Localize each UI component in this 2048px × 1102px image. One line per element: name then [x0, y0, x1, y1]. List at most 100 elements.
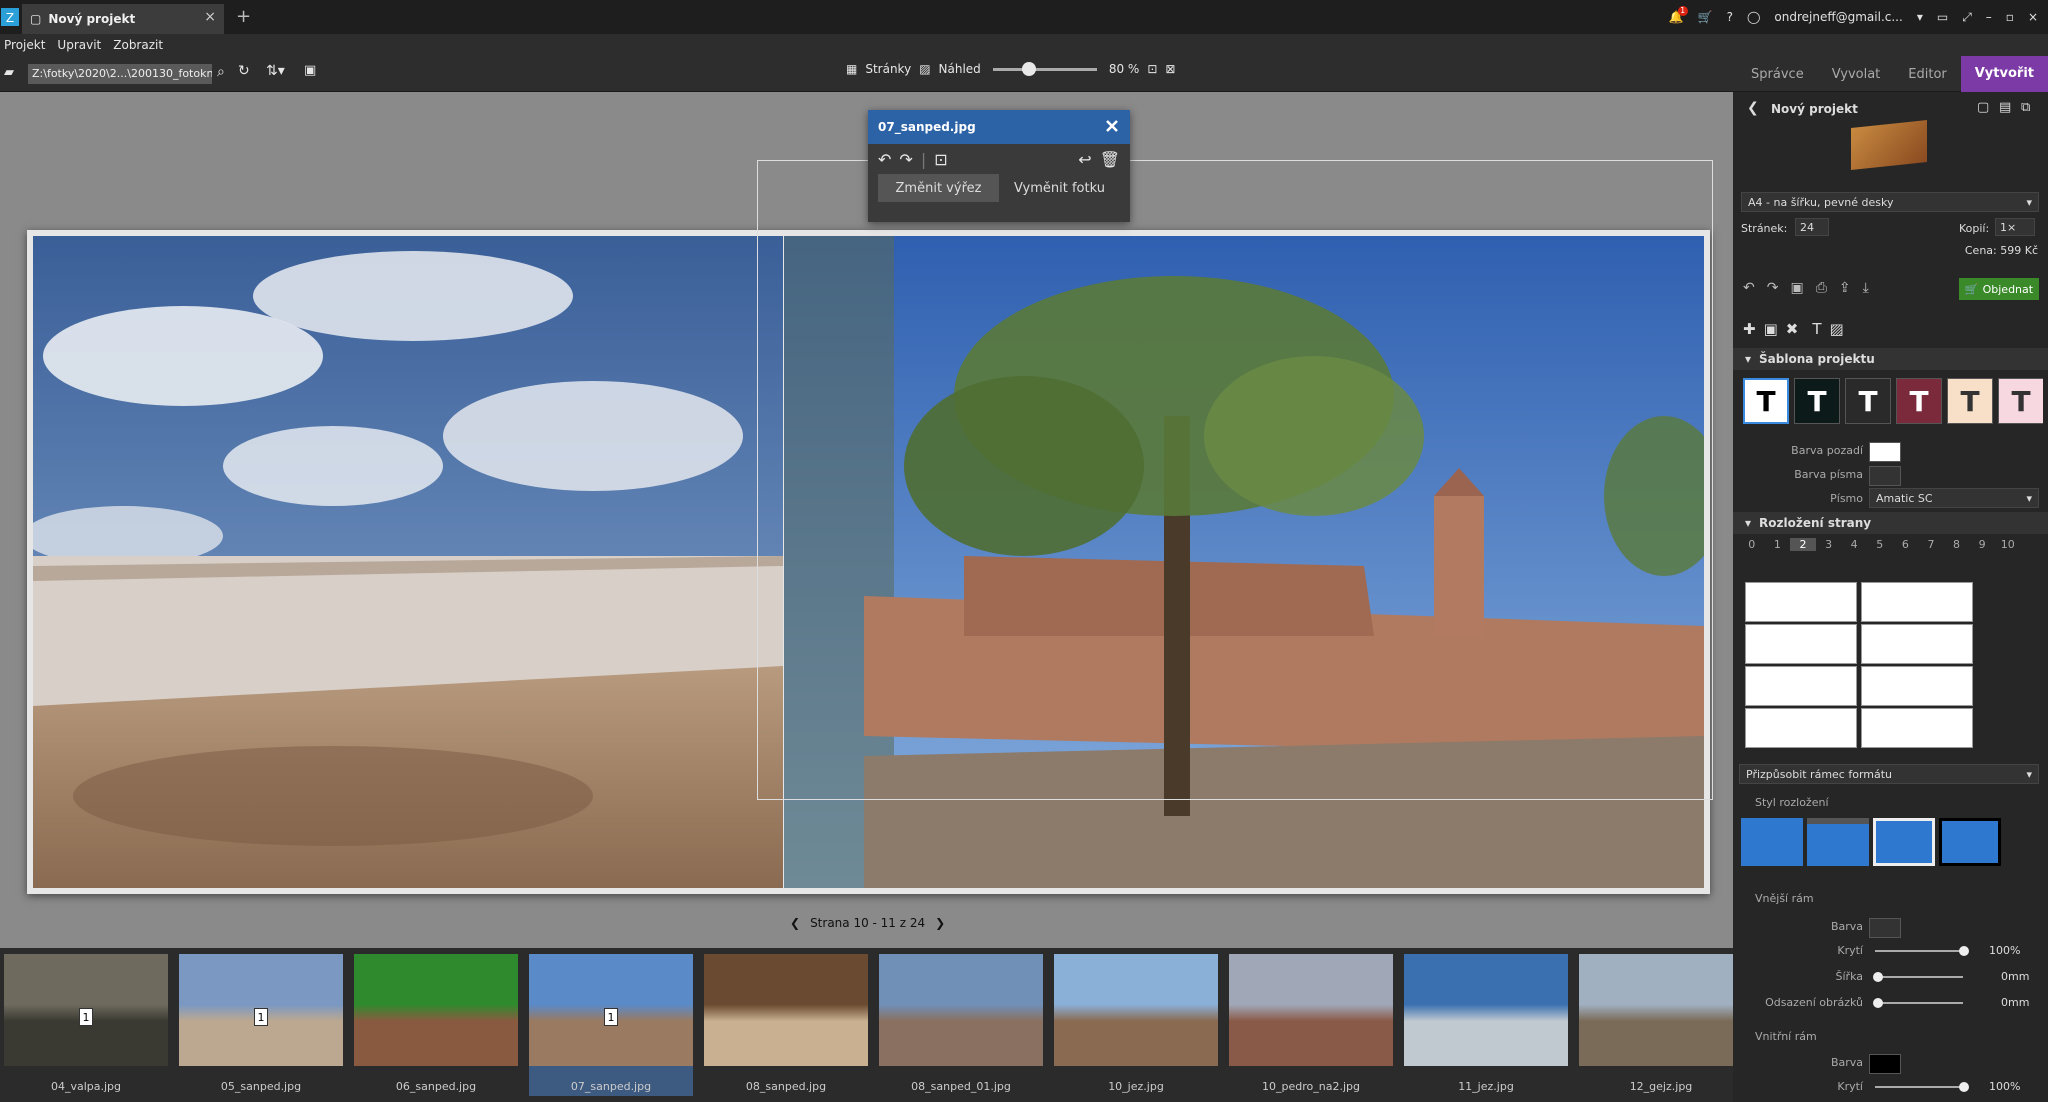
right-page-photo[interactable]	[784, 236, 1704, 888]
layout-count-tab-8[interactable]: 8	[1944, 538, 1970, 551]
template-peach[interactable]: T	[1947, 378, 1993, 424]
layout-count-tab-9[interactable]: 9	[1969, 538, 1995, 551]
delete-icon[interactable]: ✖	[1786, 320, 1799, 338]
filmstrip-thumbnail[interactable]: 10_jez.jpg	[1054, 954, 1218, 1096]
layout-count-tab-3[interactable]: 3	[1816, 538, 1842, 551]
outer-opacity-slider[interactable]	[1875, 946, 1969, 956]
layout-count-tab-6[interactable]: 6	[1893, 538, 1919, 551]
redo-icon[interactable]: ↷	[1767, 280, 1779, 296]
bg-color-swatch[interactable]	[1869, 442, 1901, 462]
menu-projekt[interactable]: Projekt	[4, 38, 45, 52]
layout-count-tab-1[interactable]: 1	[1765, 538, 1791, 551]
slider-handle[interactable]	[1873, 972, 1883, 982]
layout-count-tab-7[interactable]: 7	[1918, 538, 1944, 551]
layout-option[interactable]	[1861, 582, 1973, 622]
add-folder-icon[interactable]: ▣	[304, 63, 316, 78]
font-color-swatch[interactable]	[1869, 466, 1901, 486]
image-icon[interactable]: ▨	[919, 62, 930, 76]
filmstrip-thumbnail[interactable]: 08_sanped_01.jpg	[879, 954, 1043, 1096]
image-icon[interactable]: ▨	[1830, 320, 1844, 338]
layout-count-tab-4[interactable]: 4	[1841, 538, 1867, 551]
layout-section-header[interactable]: ▾ Rozložení strany	[1733, 512, 2048, 534]
slider-handle[interactable]	[1959, 1082, 1969, 1092]
slider-handle[interactable]	[1959, 946, 1969, 956]
fit-icon[interactable]: ⊡	[1147, 62, 1157, 76]
template-burgundy[interactable]: T	[1896, 378, 1942, 424]
template-dark[interactable]: T	[1845, 378, 1891, 424]
trash-icon[interactable]: 🗑	[1100, 150, 1120, 169]
mode-editor[interactable]: Editor	[1894, 67, 1960, 82]
left-page-photo[interactable]	[33, 236, 783, 888]
replace-photo-button[interactable]: Vyměnit fotku	[999, 174, 1120, 202]
user-icon[interactable]: ◯	[1747, 10, 1760, 24]
style-option[interactable]	[1873, 818, 1935, 866]
layout-count-tab-2[interactable]: 2	[1790, 538, 1816, 551]
layout-option[interactable]	[1745, 624, 1857, 664]
font-select[interactable]: Amatic SC ▾	[1869, 488, 2039, 508]
close-icon[interactable]	[1104, 118, 1120, 134]
layout-option[interactable]	[1745, 708, 1857, 748]
style-option[interactable]	[1807, 818, 1869, 866]
grid-icon[interactable]: ▦	[846, 62, 857, 76]
close-window-icon[interactable]: ×	[2028, 10, 2038, 24]
menu-upravit[interactable]: Upravit	[57, 38, 101, 52]
layout-count-tab-5[interactable]: 5	[1867, 538, 1893, 551]
sort-icon[interactable]: ⇅▾	[266, 63, 285, 79]
mode-vyvolat[interactable]: Vyvolat	[1818, 67, 1895, 82]
add-folder-icon[interactable]: ▣	[1764, 320, 1778, 338]
layout-icon[interactable]: ▤	[1999, 100, 2011, 115]
layout-option[interactable]	[1861, 666, 1973, 706]
folder-icon[interactable]: ▰	[4, 65, 14, 80]
close-tab-icon[interactable]: ×	[204, 9, 216, 25]
minimize-icon[interactable]: –	[1986, 10, 1992, 24]
filmstrip-thumbnail[interactable]: 10_pedro_na2.jpg	[1229, 954, 1393, 1096]
outer-width-slider[interactable]	[1873, 972, 1963, 982]
template-white[interactable]: T	[1743, 378, 1789, 424]
mode-spravce[interactable]: Správce	[1737, 67, 1818, 82]
outer-color-swatch[interactable]	[1869, 918, 1901, 938]
layout-option[interactable]	[1861, 708, 1973, 748]
order-button[interactable]: 🛒 Objednat	[1959, 278, 2039, 300]
filmstrip-thumbnail[interactable]: 1 07_sanped.jpg	[529, 954, 693, 1096]
style-option[interactable]	[1939, 818, 2001, 866]
mode-vytvorit[interactable]: Vytvořit	[1960, 56, 2048, 92]
refresh-icon[interactable]: ↻	[238, 63, 250, 79]
share-icon[interactable]: ⇪	[1839, 280, 1851, 296]
inner-color-swatch[interactable]	[1869, 1054, 1901, 1074]
filmstrip-thumbnail[interactable]: 1 05_sanped.jpg	[179, 954, 343, 1096]
rotate-left-icon[interactable]: ↶	[878, 150, 891, 169]
template-black[interactable]: T	[1794, 378, 1840, 424]
monitor-icon[interactable]: ▭	[1937, 10, 1948, 24]
help-icon[interactable]: ?	[1727, 10, 1733, 24]
fit-frame-select[interactable]: Přizpůsobit rámec formátu ▾	[1739, 764, 2039, 784]
copies-stepper[interactable]: 1×	[1995, 218, 2035, 236]
next-page-icon[interactable]: ❯	[935, 916, 945, 930]
layout-option[interactable]	[1861, 624, 1973, 664]
text-icon[interactable]: T	[1812, 320, 1821, 338]
new-tab-icon[interactable]: +	[236, 6, 251, 27]
fit-photo-icon[interactable]: ⊡	[934, 150, 947, 169]
slider-handle[interactable]	[1873, 998, 1883, 1008]
new-doc-icon[interactable]: ▢	[1977, 100, 1989, 115]
actual-size-icon[interactable]: ⊠	[1165, 62, 1175, 76]
cart-icon[interactable]: 🛒	[1698, 10, 1713, 24]
chevron-down-icon[interactable]: ▾	[1917, 10, 1923, 24]
inner-opacity-slider[interactable]	[1875, 1082, 1969, 1092]
project-tab[interactable]: ▢ Nový projekt ×	[22, 4, 224, 34]
zoom-slider[interactable]	[992, 61, 1097, 76]
prev-page-icon[interactable]: ❮	[790, 916, 800, 930]
maximize-icon[interactable]: ▫	[2006, 10, 2014, 24]
rotate-right-icon[interactable]: ↷	[899, 150, 912, 169]
search-icon[interactable]: ⌕	[217, 64, 225, 80]
export-icon[interactable]: ⤓	[1863, 280, 1869, 296]
print-icon[interactable]: ⎙	[1816, 280, 1827, 296]
zoom-slider-handle[interactable]	[1021, 61, 1036, 76]
layout-count-tab-0[interactable]: 0	[1739, 538, 1765, 551]
copy-icon[interactable]: ⧉	[2021, 100, 2030, 115]
filmstrip-thumbnail[interactable]: 12_gejz.jpg	[1579, 954, 1743, 1096]
template-pink[interactable]: T	[1998, 378, 2043, 424]
layout-option[interactable]	[1745, 582, 1857, 622]
save-icon[interactable]: ▣	[1790, 280, 1803, 296]
template-section-header[interactable]: ▾ Šablona projektu	[1733, 348, 2048, 370]
path-field[interactable]: Z:\fotky\2020\2...\200130_fotokniha	[28, 64, 212, 84]
